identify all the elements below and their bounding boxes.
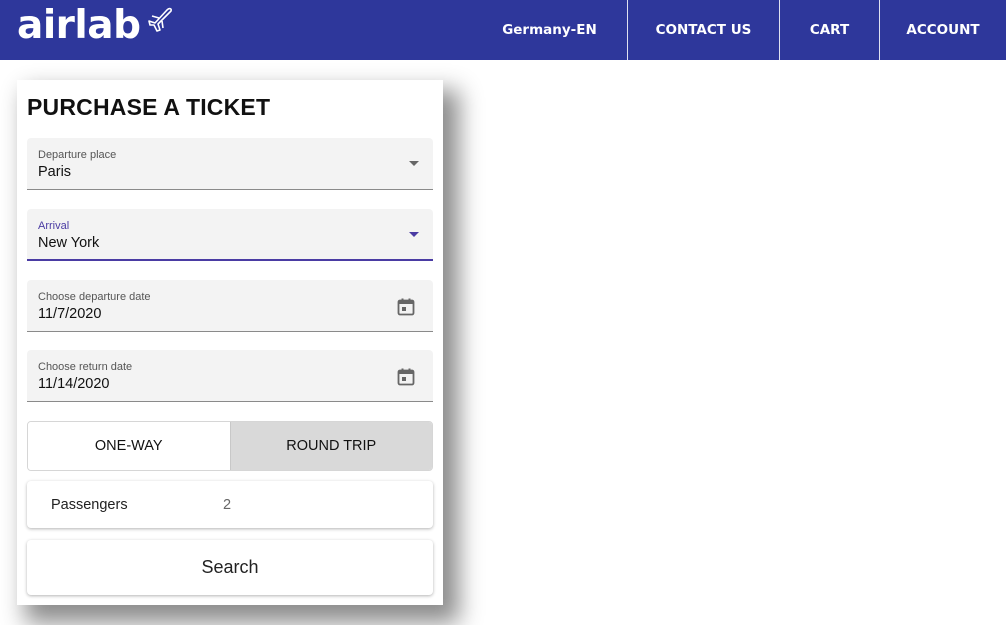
round-trip-button[interactable]: ROUND TRIP (229, 422, 432, 470)
arrival-value: New York (38, 235, 100, 251)
departure-date-field[interactable]: Choose departure date 11/7/2020 (27, 280, 433, 332)
page-title: PURCHASE A TICKET (27, 94, 271, 120)
departure-date-label: Choose departure date (38, 291, 151, 303)
passengers-count[interactable]: 2 (223, 497, 231, 513)
passengers-selector[interactable]: Passengers 2 (27, 481, 433, 528)
search-button[interactable]: Search (27, 540, 433, 595)
one-way-button[interactable]: ONE-WAY (28, 422, 230, 470)
return-date-label: Choose return date (38, 361, 133, 373)
main-nav: Germany-EN CONTACT US CART ACCOUNT (472, 0, 1006, 60)
departure-place-value: Paris (38, 164, 72, 180)
logo-text: airlab (17, 3, 141, 48)
nav-account[interactable]: ACCOUNT (879, 0, 1006, 60)
return-date-value: 11/14/2020 (38, 376, 110, 392)
logo[interactable]: airlab (17, 4, 175, 54)
chevron-down-icon (409, 161, 419, 166)
passengers-label: Passengers (51, 497, 128, 513)
calendar-icon[interactable] (397, 368, 415, 386)
return-date-field[interactable]: Choose return date 11/14/2020 (27, 350, 433, 402)
plane-icon (147, 7, 172, 32)
trip-type-toggle: ONE-WAY ROUND TRIP (27, 421, 433, 471)
calendar-icon[interactable] (397, 298, 415, 316)
nav-cart[interactable]: CART (779, 0, 879, 60)
nav-language[interactable]: Germany-EN (472, 0, 627, 60)
arrival-label: Arrival (38, 220, 70, 232)
chevron-down-icon (409, 232, 419, 237)
departure-place-select[interactable]: Departure place Paris (27, 138, 433, 190)
departure-date-value: 11/7/2020 (38, 306, 102, 322)
top-header: airlab Germany-EN CONTACT US CART ACCOUN… (0, 0, 1006, 60)
nav-contact-us[interactable]: CONTACT US (627, 0, 779, 60)
arrival-select[interactable]: Arrival New York (27, 209, 433, 261)
purchase-ticket-card: PURCHASE A TICKET Departure place Paris … (17, 80, 443, 605)
departure-place-label: Departure place (38, 149, 117, 161)
